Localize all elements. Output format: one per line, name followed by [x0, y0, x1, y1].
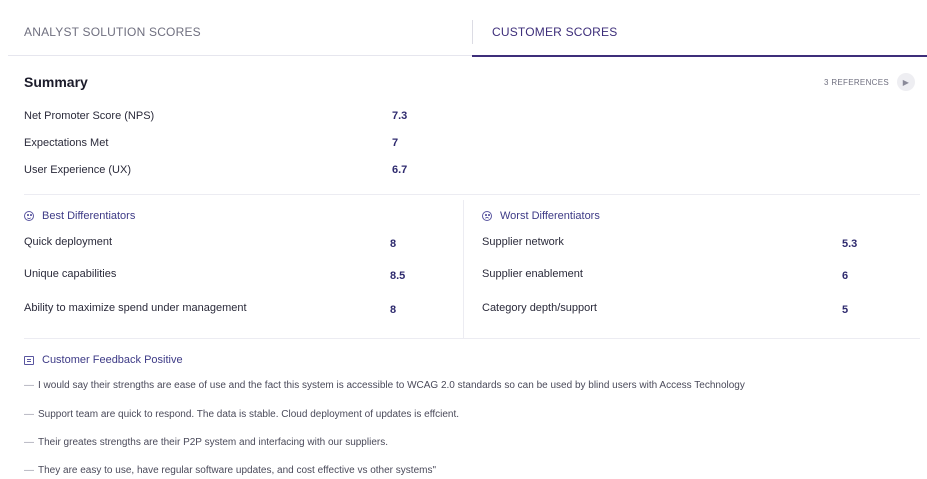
comment-icon	[24, 355, 34, 365]
worst-item-label: Category depth/support	[482, 302, 597, 314]
play-icon[interactable]: ▶	[897, 73, 915, 91]
metric-value-expectations: 7	[392, 137, 399, 149]
feedback-item: — Support team are quick to respond. The …	[24, 409, 459, 420]
metric-value-ux: 6.7	[392, 164, 408, 176]
worst-item-value: 5.3	[842, 238, 858, 250]
worst-item-label: Supplier enablement	[482, 268, 583, 280]
best-item-value: 8	[390, 304, 397, 316]
worst-differentiators-header: Worst Differentiators	[482, 210, 600, 222]
feedback-dash: —	[24, 409, 34, 420]
feedback-dash: —	[24, 380, 34, 391]
worst-differentiators-title: Worst Differentiators	[500, 210, 600, 222]
best-item-value: 8.5	[390, 270, 406, 282]
feedback-dash: —	[24, 437, 34, 448]
metric-label-ux: User Experience (UX)	[24, 164, 131, 176]
score-tabs: ANALYST SOLUTION SCORES CUSTOMER SCORES	[8, 8, 927, 57]
best-item-label: Ability to maximize spend under manageme…	[24, 302, 247, 314]
metric-label-nps: Net Promoter Score (NPS)	[24, 110, 155, 122]
feedback-text: They are easy to use, have regular softw…	[38, 465, 437, 476]
customer-feedback-title: Customer Feedback Positive	[42, 354, 183, 366]
best-item-label: Unique capabilities	[24, 268, 117, 280]
feedback-text: Support team are quick to respond. The d…	[38, 409, 459, 420]
feedback-item: — They are easy to use, have regular soft…	[24, 465, 436, 476]
customer-feedback-header: Customer Feedback Positive	[24, 354, 183, 366]
differentiators-bottom-divider	[24, 338, 920, 339]
summary-title: Summary	[24, 74, 88, 90]
smile-icon	[24, 211, 34, 221]
feedback-text: I would say their strengths are ease of …	[38, 380, 745, 391]
summary-divider	[24, 194, 920, 195]
worst-item-label: Supplier network	[482, 236, 564, 248]
metric-label-expectations: Expectations Met	[24, 137, 109, 149]
feedback-text: Their greates strengths are their P2P sy…	[38, 437, 388, 448]
worst-item-value: 5	[842, 304, 849, 316]
metric-value-nps: 7.3	[392, 110, 408, 122]
best-differentiators-header: Best Differentiators	[24, 210, 135, 222]
best-differentiators-title: Best Differentiators	[42, 210, 136, 222]
feedback-dash: —	[24, 465, 34, 476]
references-label: 3 REFERENCES	[824, 77, 889, 87]
feedback-item: — Their greates strengths are their P2P s…	[24, 437, 388, 448]
differentiators-divider	[463, 200, 464, 338]
best-item-value: 8	[390, 238, 397, 250]
worst-item-value: 6	[842, 270, 849, 282]
feedback-item: — I would say their strengths are ease of…	[24, 380, 745, 391]
best-item-label: Quick deployment	[24, 236, 113, 248]
frown-icon	[482, 211, 492, 221]
tab-customer-scores[interactable]: CUSTOMER SCORES	[472, 8, 927, 57]
references-control[interactable]: 3 REFERENCES ▶	[824, 73, 915, 91]
tab-analyst-solution-scores[interactable]: ANALYST SOLUTION SCORES	[8, 8, 472, 56]
